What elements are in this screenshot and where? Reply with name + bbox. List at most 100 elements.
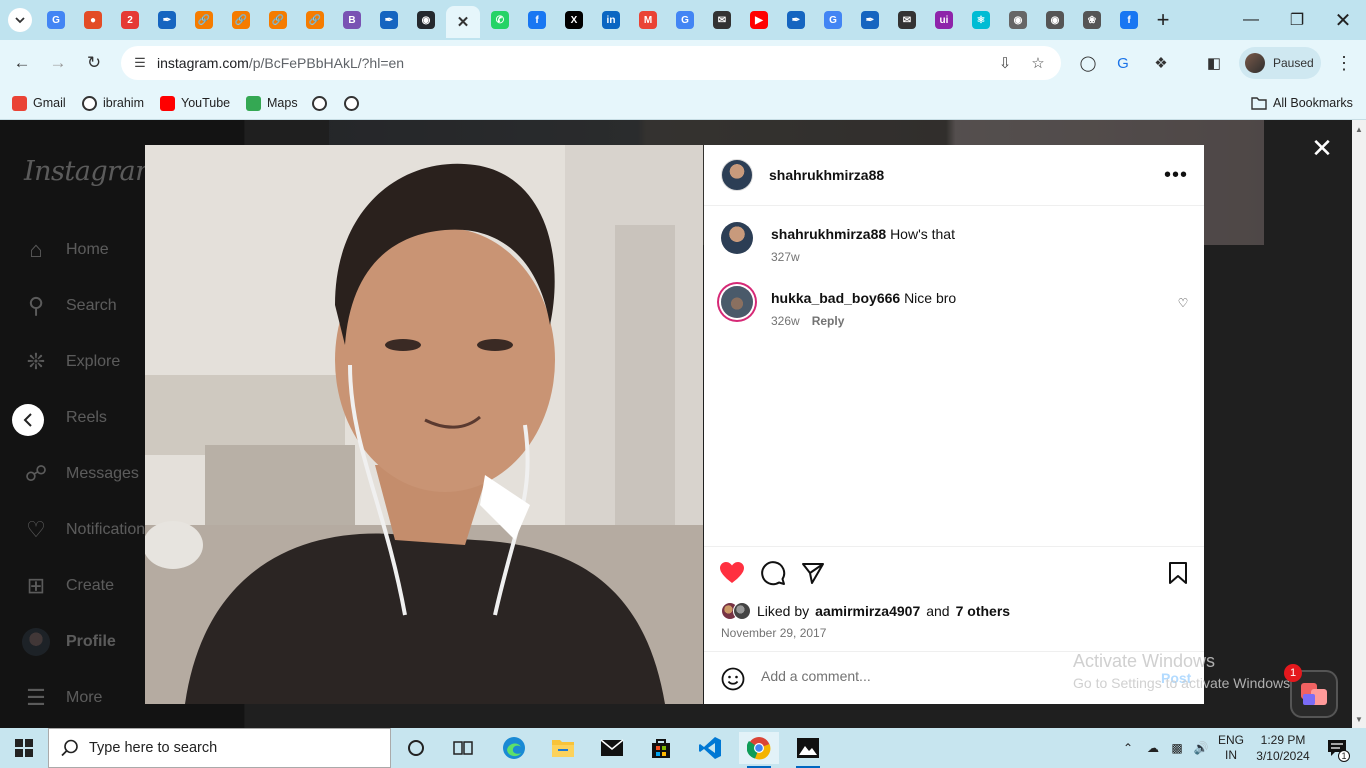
browser-tab[interactable]: ✉ (895, 8, 919, 32)
minimize-button[interactable]: — (1228, 0, 1274, 40)
post-image[interactable] (145, 145, 703, 704)
browser-tab[interactable]: ✒ (784, 8, 808, 32)
close-icon[interactable]: ✕ (457, 13, 470, 31)
taskbar-file-explorer[interactable] (543, 732, 583, 764)
browser-tab[interactable]: G (44, 8, 68, 32)
browser-tab[interactable]: ✒ (377, 8, 401, 32)
like-button[interactable] (719, 560, 745, 586)
action-center-button[interactable]: 1 (1322, 728, 1352, 768)
browser-tab[interactable]: 🔗 (303, 8, 327, 32)
liked-by-user[interactable]: aamirmirza4907 (815, 603, 920, 619)
browser-tab[interactable]: ui (932, 8, 956, 32)
floating-app-button[interactable]: 1 (1284, 664, 1336, 716)
taskbar-store[interactable] (641, 732, 681, 764)
show-hidden-icons[interactable]: ⌃ (1118, 728, 1138, 768)
taskbar-photos[interactable] (788, 732, 828, 768)
reply-button[interactable]: Reply (812, 314, 845, 328)
more-options-icon[interactable]: ••• (1164, 164, 1187, 186)
taskbar-search[interactable]: Type here to search (48, 728, 391, 768)
address-bar[interactable]: ☰ instagram.com/p/BcFePBbHAkL/?hl=en ⇩ ☆ (121, 46, 1061, 80)
browser-tab[interactable]: ✆ (488, 8, 512, 32)
new-tab-button[interactable]: + (1140, 0, 1186, 40)
browser-tab[interactable]: ✉ (710, 8, 734, 32)
browser-tab[interactable]: ▶ (747, 8, 771, 32)
all-bookmarks-button[interactable]: All Bookmarks (1251, 93, 1353, 113)
cortana-button[interactable] (396, 732, 436, 764)
browser-tab[interactable]: ⚛ (969, 8, 993, 32)
side-panel-icon[interactable]: ◧ (1203, 52, 1225, 74)
browser-tab[interactable]: ✕ (446, 6, 480, 38)
comment-username[interactable]: shahrukhmirza88 (771, 226, 886, 242)
translate-icon[interactable]: G (1112, 52, 1134, 74)
restore-button[interactable]: ❐ (1274, 0, 1320, 40)
scroll-up-arrow[interactable]: ▲ (1354, 124, 1364, 134)
extensions-puzzle-icon[interactable]: ❖ (1150, 52, 1172, 74)
browser-tab[interactable]: ◉ (1043, 8, 1067, 32)
liked-by-others[interactable]: 7 others (956, 603, 1010, 619)
language-indicator[interactable]: ENG IN (1214, 728, 1248, 768)
bookmark-item[interactable]: Gmail (12, 93, 66, 113)
emoji-button[interactable] (721, 667, 745, 691)
browser-tab[interactable]: in (599, 8, 623, 32)
close-modal-button[interactable]: ✕ (1310, 133, 1334, 163)
site-info-icon[interactable]: ☰ (131, 54, 149, 72)
forward-button[interactable]: → (44, 49, 72, 77)
scroll-down-arrow[interactable]: ▼ (1354, 714, 1364, 724)
browser-tab[interactable]: G (673, 8, 697, 32)
taskbar-chrome[interactable] (739, 732, 779, 768)
taskbar-edge[interactable] (494, 732, 534, 764)
taskbar-clock[interactable]: 1:29 PM 3/10/2024 (1250, 732, 1316, 764)
bookmark-star-icon[interactable]: ☆ (1028, 53, 1048, 73)
author-avatar[interactable] (721, 159, 753, 191)
extension-icon[interactable]: ◯ (1077, 52, 1099, 74)
menu-kebab-icon[interactable]: ⋮ (1333, 52, 1355, 74)
avatar[interactable] (721, 286, 753, 318)
task-view-button[interactable] (443, 732, 483, 764)
comment-age[interactable]: 327w (771, 250, 800, 264)
bookmark-item[interactable]: Maps (246, 93, 298, 113)
taskbar-mail[interactable] (592, 732, 632, 764)
author-username[interactable]: shahrukhmirza88 (769, 167, 884, 183)
browser-tab[interactable]: G (821, 8, 845, 32)
volume-icon[interactable]: 🔊 (1190, 728, 1212, 768)
browser-tab[interactable]: 🔗 (266, 8, 290, 32)
profile-button[interactable]: Paused (1239, 47, 1321, 79)
bookmark-item[interactable]: ibrahim (82, 93, 144, 113)
back-button[interactable]: ← (8, 49, 36, 77)
start-button[interactable] (0, 728, 48, 768)
bookmark-item[interactable] (344, 93, 359, 113)
bookmark-item[interactable]: YouTube (160, 93, 230, 113)
browser-tab[interactable]: ◉ (1006, 8, 1030, 32)
comment-input[interactable] (761, 668, 1101, 684)
install-app-icon[interactable]: ⇩ (995, 53, 1015, 73)
save-button[interactable] (1165, 560, 1191, 586)
comment-username[interactable]: hukka_bad_boy666 (771, 290, 900, 306)
battery-icon[interactable]: ▩ (1166, 728, 1188, 768)
comment-age[interactable]: 326w (771, 314, 800, 328)
url-text[interactable]: instagram.com/p/BcFePBbHAkL/?hl=en (157, 55, 404, 71)
browser-tab[interactable]: 🔗 (192, 8, 216, 32)
reload-button[interactable]: ↻ (80, 49, 108, 77)
browser-tab[interactable]: f (525, 8, 549, 32)
browser-tab[interactable]: ❀ (1080, 8, 1104, 32)
post-date[interactable]: November 29, 2017 (721, 626, 826, 640)
close-window-button[interactable]: ✕ (1320, 0, 1366, 40)
browser-tab[interactable]: M (636, 8, 660, 32)
avatar[interactable] (721, 222, 753, 254)
tab-search-dropdown[interactable] (8, 8, 32, 32)
browser-tab[interactable]: f (1117, 8, 1141, 32)
comment-button[interactable] (760, 560, 786, 586)
previous-post-button[interactable] (12, 404, 44, 436)
share-button[interactable] (800, 560, 826, 586)
page-scrollbar[interactable]: ▲ ▼ (1352, 120, 1366, 728)
bookmark-item[interactable] (312, 93, 327, 113)
browser-tab[interactable]: ● (81, 8, 105, 32)
taskbar-vscode[interactable] (690, 732, 730, 764)
liker-avatars[interactable] (721, 602, 751, 620)
browser-tab[interactable]: ◉ (414, 8, 438, 32)
browser-tab[interactable]: 2 (118, 8, 142, 32)
browser-tab[interactable]: B (340, 8, 364, 32)
browser-tab[interactable]: ✒ (155, 8, 179, 32)
network-icon[interactable]: ☁ (1142, 728, 1164, 768)
browser-tab[interactable]: 🔗 (229, 8, 253, 32)
